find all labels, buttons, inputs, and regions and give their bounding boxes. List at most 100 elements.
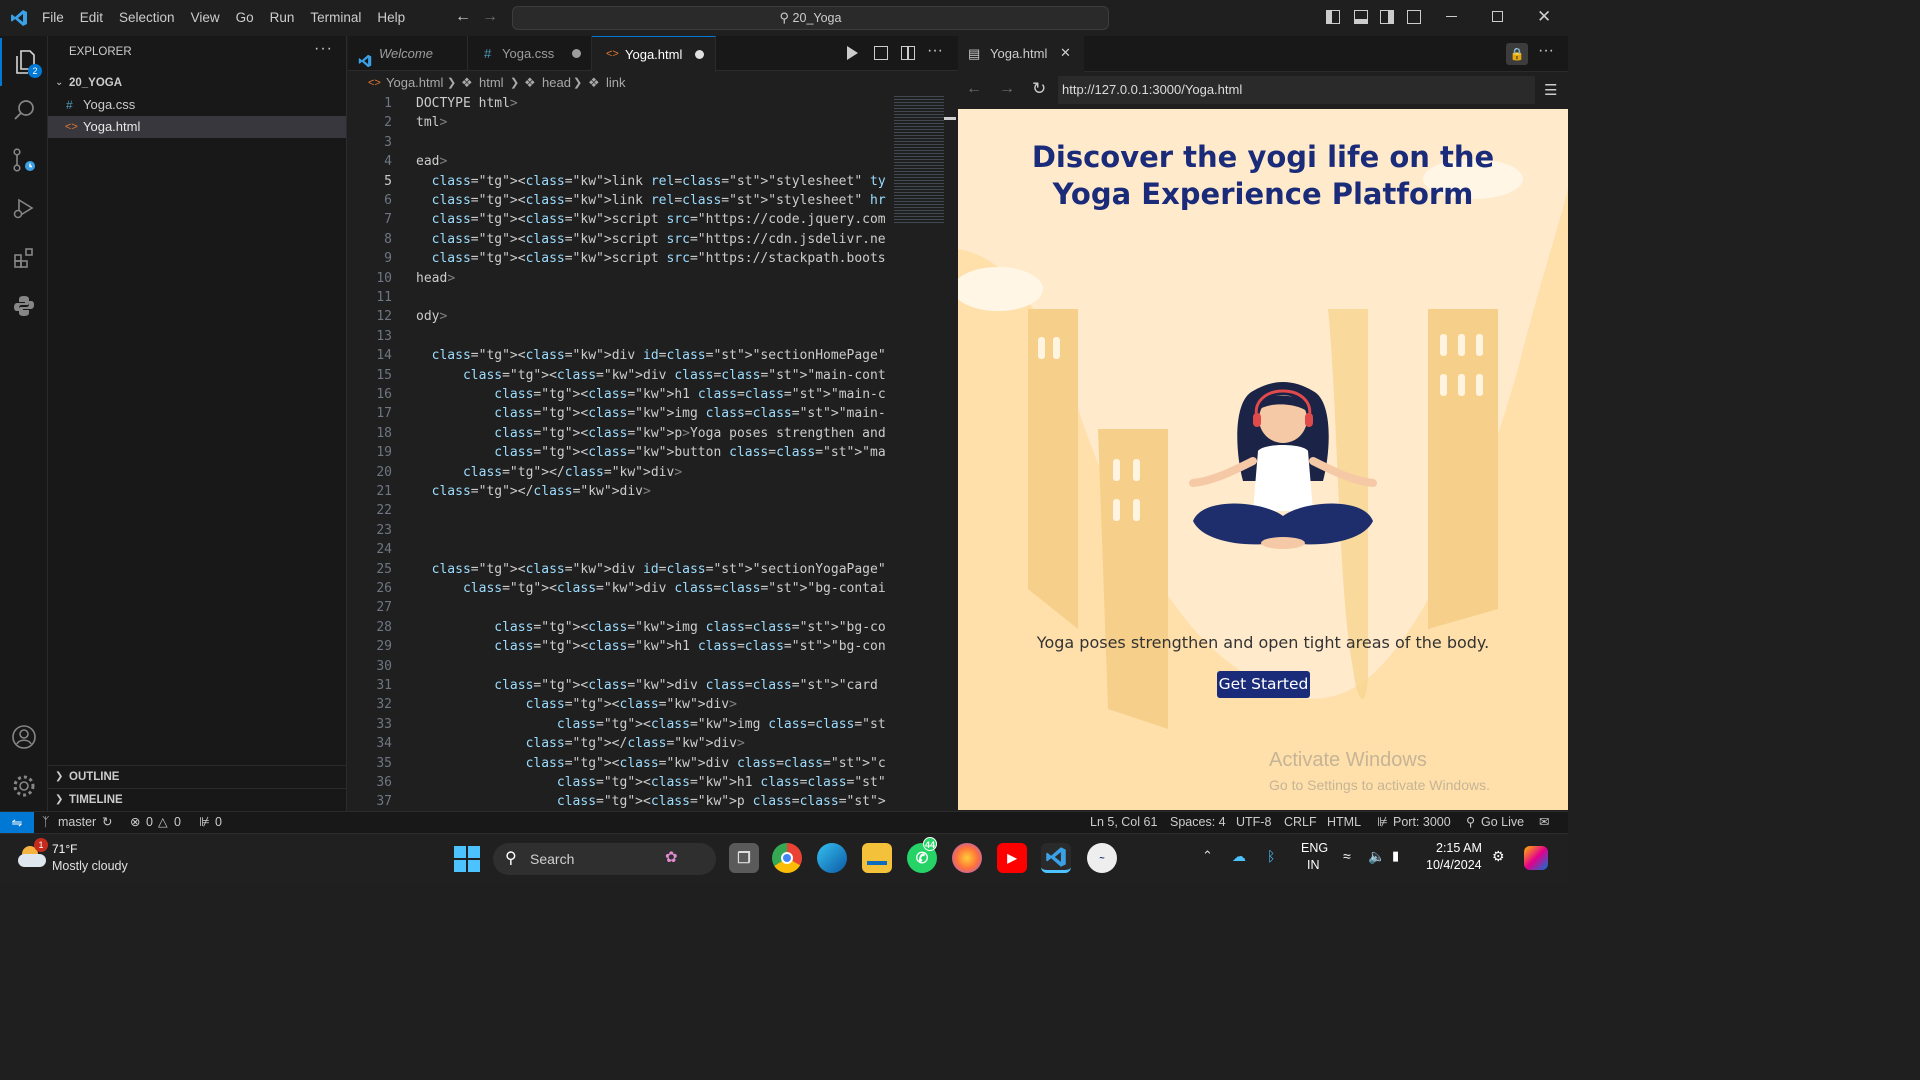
ports-icon[interactable]: ⊯ xyxy=(199,812,210,833)
youtube-icon[interactable]: ▶ xyxy=(997,843,1027,873)
code-line[interactable]: class="tg"><class="kw">button class=clas… xyxy=(416,445,888,460)
file-yoga-html[interactable]: <> Yoga.html xyxy=(48,116,346,138)
forward-arrow-icon[interactable]: → xyxy=(999,80,1015,98)
weather-icon[interactable]: 1 xyxy=(18,838,48,868)
firefox-icon[interactable] xyxy=(952,843,982,873)
code-line[interactable]: class="tg"><class="kw">div class=class="… xyxy=(416,581,888,596)
open-preview-icon[interactable] xyxy=(874,46,888,60)
chevron-up-icon[interactable]: ⌃ xyxy=(1202,848,1213,864)
minimize-icon[interactable] xyxy=(1446,16,1457,17)
python-icon[interactable] xyxy=(0,282,48,330)
sync-icon[interactable]: ↻ xyxy=(102,812,112,833)
file-yoga-css[interactable]: # Yoga.css xyxy=(48,94,346,116)
more-actions-icon[interactable]: ··· xyxy=(1538,42,1554,60)
code-line[interactable]: class="tg"><class="kw">script src="https… xyxy=(416,232,888,247)
code-line[interactable]: class="tg"></class="kw">div> xyxy=(416,736,745,751)
forward-arrow-icon[interactable]: → xyxy=(482,8,498,26)
language-mode[interactable]: HTML xyxy=(1327,812,1361,833)
url-field[interactable]: http://127.0.0.1:3000/Yoga.html xyxy=(1058,76,1535,104)
source-control-icon[interactable] xyxy=(0,136,48,184)
code-line[interactable]: class="tg"><class="kw">link rel=class="s… xyxy=(416,174,888,189)
code-line[interactable]: class="tg"><class="kw">div> xyxy=(416,697,737,712)
windows-start-icon[interactable] xyxy=(454,846,480,872)
edge-icon[interactable] xyxy=(817,843,847,873)
explorer-icon[interactable]: 2 xyxy=(0,38,48,86)
copilot-icon[interactable] xyxy=(1524,846,1548,870)
run-debug-icon[interactable] xyxy=(0,184,48,232)
taskbar-search[interactable]: ⚲ Search ✿ xyxy=(493,843,716,875)
unsaved-dot-icon[interactable] xyxy=(695,50,704,59)
menu-go[interactable]: Go xyxy=(228,0,262,36)
code-line[interactable]: class="tg"><class="kw">h1 class=class="s… xyxy=(416,639,888,654)
notification-bell-icon[interactable]: ⚙ xyxy=(1492,848,1505,865)
more-actions-icon[interactable]: ··· xyxy=(314,40,333,58)
battery-icon[interactable]: ▮ xyxy=(1392,848,1399,864)
code-line[interactable]: class="tg"><class="kw">img class=class="… xyxy=(416,717,888,732)
code-line[interactable]: class="tg"><class="kw">img class=class="… xyxy=(416,406,888,421)
browser-tab[interactable]: ▤ Yoga.html ✕ xyxy=(958,36,1084,72)
code-line[interactable]: class="tg"><class="kw">img class=class="… xyxy=(416,620,888,635)
back-arrow-icon[interactable]: ← xyxy=(966,80,982,98)
code-line[interactable]: class="tg"><class="kw">p class=class="st… xyxy=(416,794,888,809)
code-line[interactable]: class="tg"><class="kw">script src="https… xyxy=(416,212,888,227)
menu-file[interactable]: File xyxy=(34,0,72,36)
code-editor[interactable]: 1 DOCTYPE html> 2 tml> 3 4 ead> 5 class="tg"><c… xyxy=(348,93,888,810)
cursor-position[interactable]: Ln 5, Col 61 xyxy=(1090,812,1157,833)
chrome-icon[interactable] xyxy=(772,843,802,873)
line-ending[interactable]: CRLF xyxy=(1284,812,1317,833)
get-started-button[interactable]: Get Started xyxy=(1217,671,1310,698)
more-actions-icon[interactable]: ··· xyxy=(927,42,943,60)
code-line[interactable]: class="tg"></class="kw">div> xyxy=(416,465,682,480)
notifications-icon[interactable]: ✉ xyxy=(1539,812,1549,833)
breadcrumb-link[interactable]: link xyxy=(606,72,626,94)
live-port[interactable]: Port: 3000 xyxy=(1393,812,1451,833)
bluetooth-icon[interactable]: ᛒ xyxy=(1267,848,1275,864)
menu-edit[interactable]: Edit xyxy=(72,0,111,36)
close-icon[interactable]: ✕ xyxy=(1060,45,1071,61)
whatsapp-icon[interactable]: ✆ 44 xyxy=(907,837,937,873)
code-line[interactable]: head> xyxy=(416,271,455,286)
code-line[interactable]: class="tg"><class="kw">h1 class=class="s… xyxy=(416,775,888,790)
breadcrumb-head[interactable]: head xyxy=(542,72,571,94)
command-center[interactable]: ⚲ 20_Yoga xyxy=(512,6,1109,30)
clock-time[interactable]: 2:15 AM xyxy=(1436,841,1482,855)
code-line[interactable]: class="tg"><class="kw">div class=class="… xyxy=(416,678,888,693)
menu-run[interactable]: Run xyxy=(262,0,303,36)
code-line[interactable]: ody> xyxy=(416,309,447,324)
onedrive-icon[interactable]: ☁ xyxy=(1232,848,1246,865)
extensions-icon[interactable] xyxy=(0,234,48,282)
toggle-secondary-sidebar-icon[interactable] xyxy=(1380,10,1394,24)
code-line[interactable]: class="tg"><class="kw">link rel=class="s… xyxy=(416,193,888,208)
back-arrow-icon[interactable]: ← xyxy=(455,8,471,26)
code-line[interactable]: class="tg"><class="kw">div id=class="st"… xyxy=(416,562,888,577)
search-icon[interactable] xyxy=(0,86,48,134)
timeline-section[interactable]: ❯ TIMELINE xyxy=(48,788,346,810)
restore-icon[interactable] xyxy=(1492,11,1503,22)
code-line[interactable]: class="tg"><class="kw">div class=class="… xyxy=(416,756,888,771)
breadcrumb-file[interactable]: Yoga.html xyxy=(386,72,443,94)
account-icon[interactable] xyxy=(0,713,48,761)
language-primary[interactable]: ENG xyxy=(1301,841,1328,855)
indentation[interactable]: Spaces: 4 xyxy=(1170,812,1226,833)
warning-icon[interactable]: △ xyxy=(158,812,168,833)
code-line[interactable]: class="tg"><class="kw">div id=class="st"… xyxy=(416,348,888,363)
tab-yoga-css[interactable]: # Yoga.css xyxy=(468,36,592,71)
run-icon[interactable] xyxy=(847,46,858,60)
code-line[interactable]: ead> xyxy=(416,154,447,169)
code-line[interactable]: DOCTYPE html> xyxy=(416,96,518,111)
split-editor-icon[interactable] xyxy=(901,46,915,60)
remote-icon[interactable]: ⇋ xyxy=(0,812,34,833)
menu-terminal[interactable]: Terminal xyxy=(302,0,369,36)
minimap[interactable] xyxy=(886,93,956,810)
tab-welcome[interactable]: Welcome xyxy=(348,36,468,71)
menu-selection[interactable]: Selection xyxy=(111,0,183,36)
language-secondary[interactable]: IN xyxy=(1307,858,1320,872)
toggle-panel-icon[interactable] xyxy=(1354,10,1368,24)
go-live-button[interactable]: Go Live xyxy=(1481,812,1524,833)
code-line[interactable]: class="tg"><class="kw">h1 class=class="s… xyxy=(416,387,888,402)
unsaved-dot-icon[interactable] xyxy=(572,49,581,58)
waves-app-icon[interactable]: ~ xyxy=(1087,843,1117,873)
vscode-taskbar-icon[interactable] xyxy=(1041,843,1071,873)
code-line[interactable]: class="tg"></class="kw">div> xyxy=(416,484,651,499)
code-line[interactable]: class="tg"><class="kw">script src="https… xyxy=(416,251,888,266)
